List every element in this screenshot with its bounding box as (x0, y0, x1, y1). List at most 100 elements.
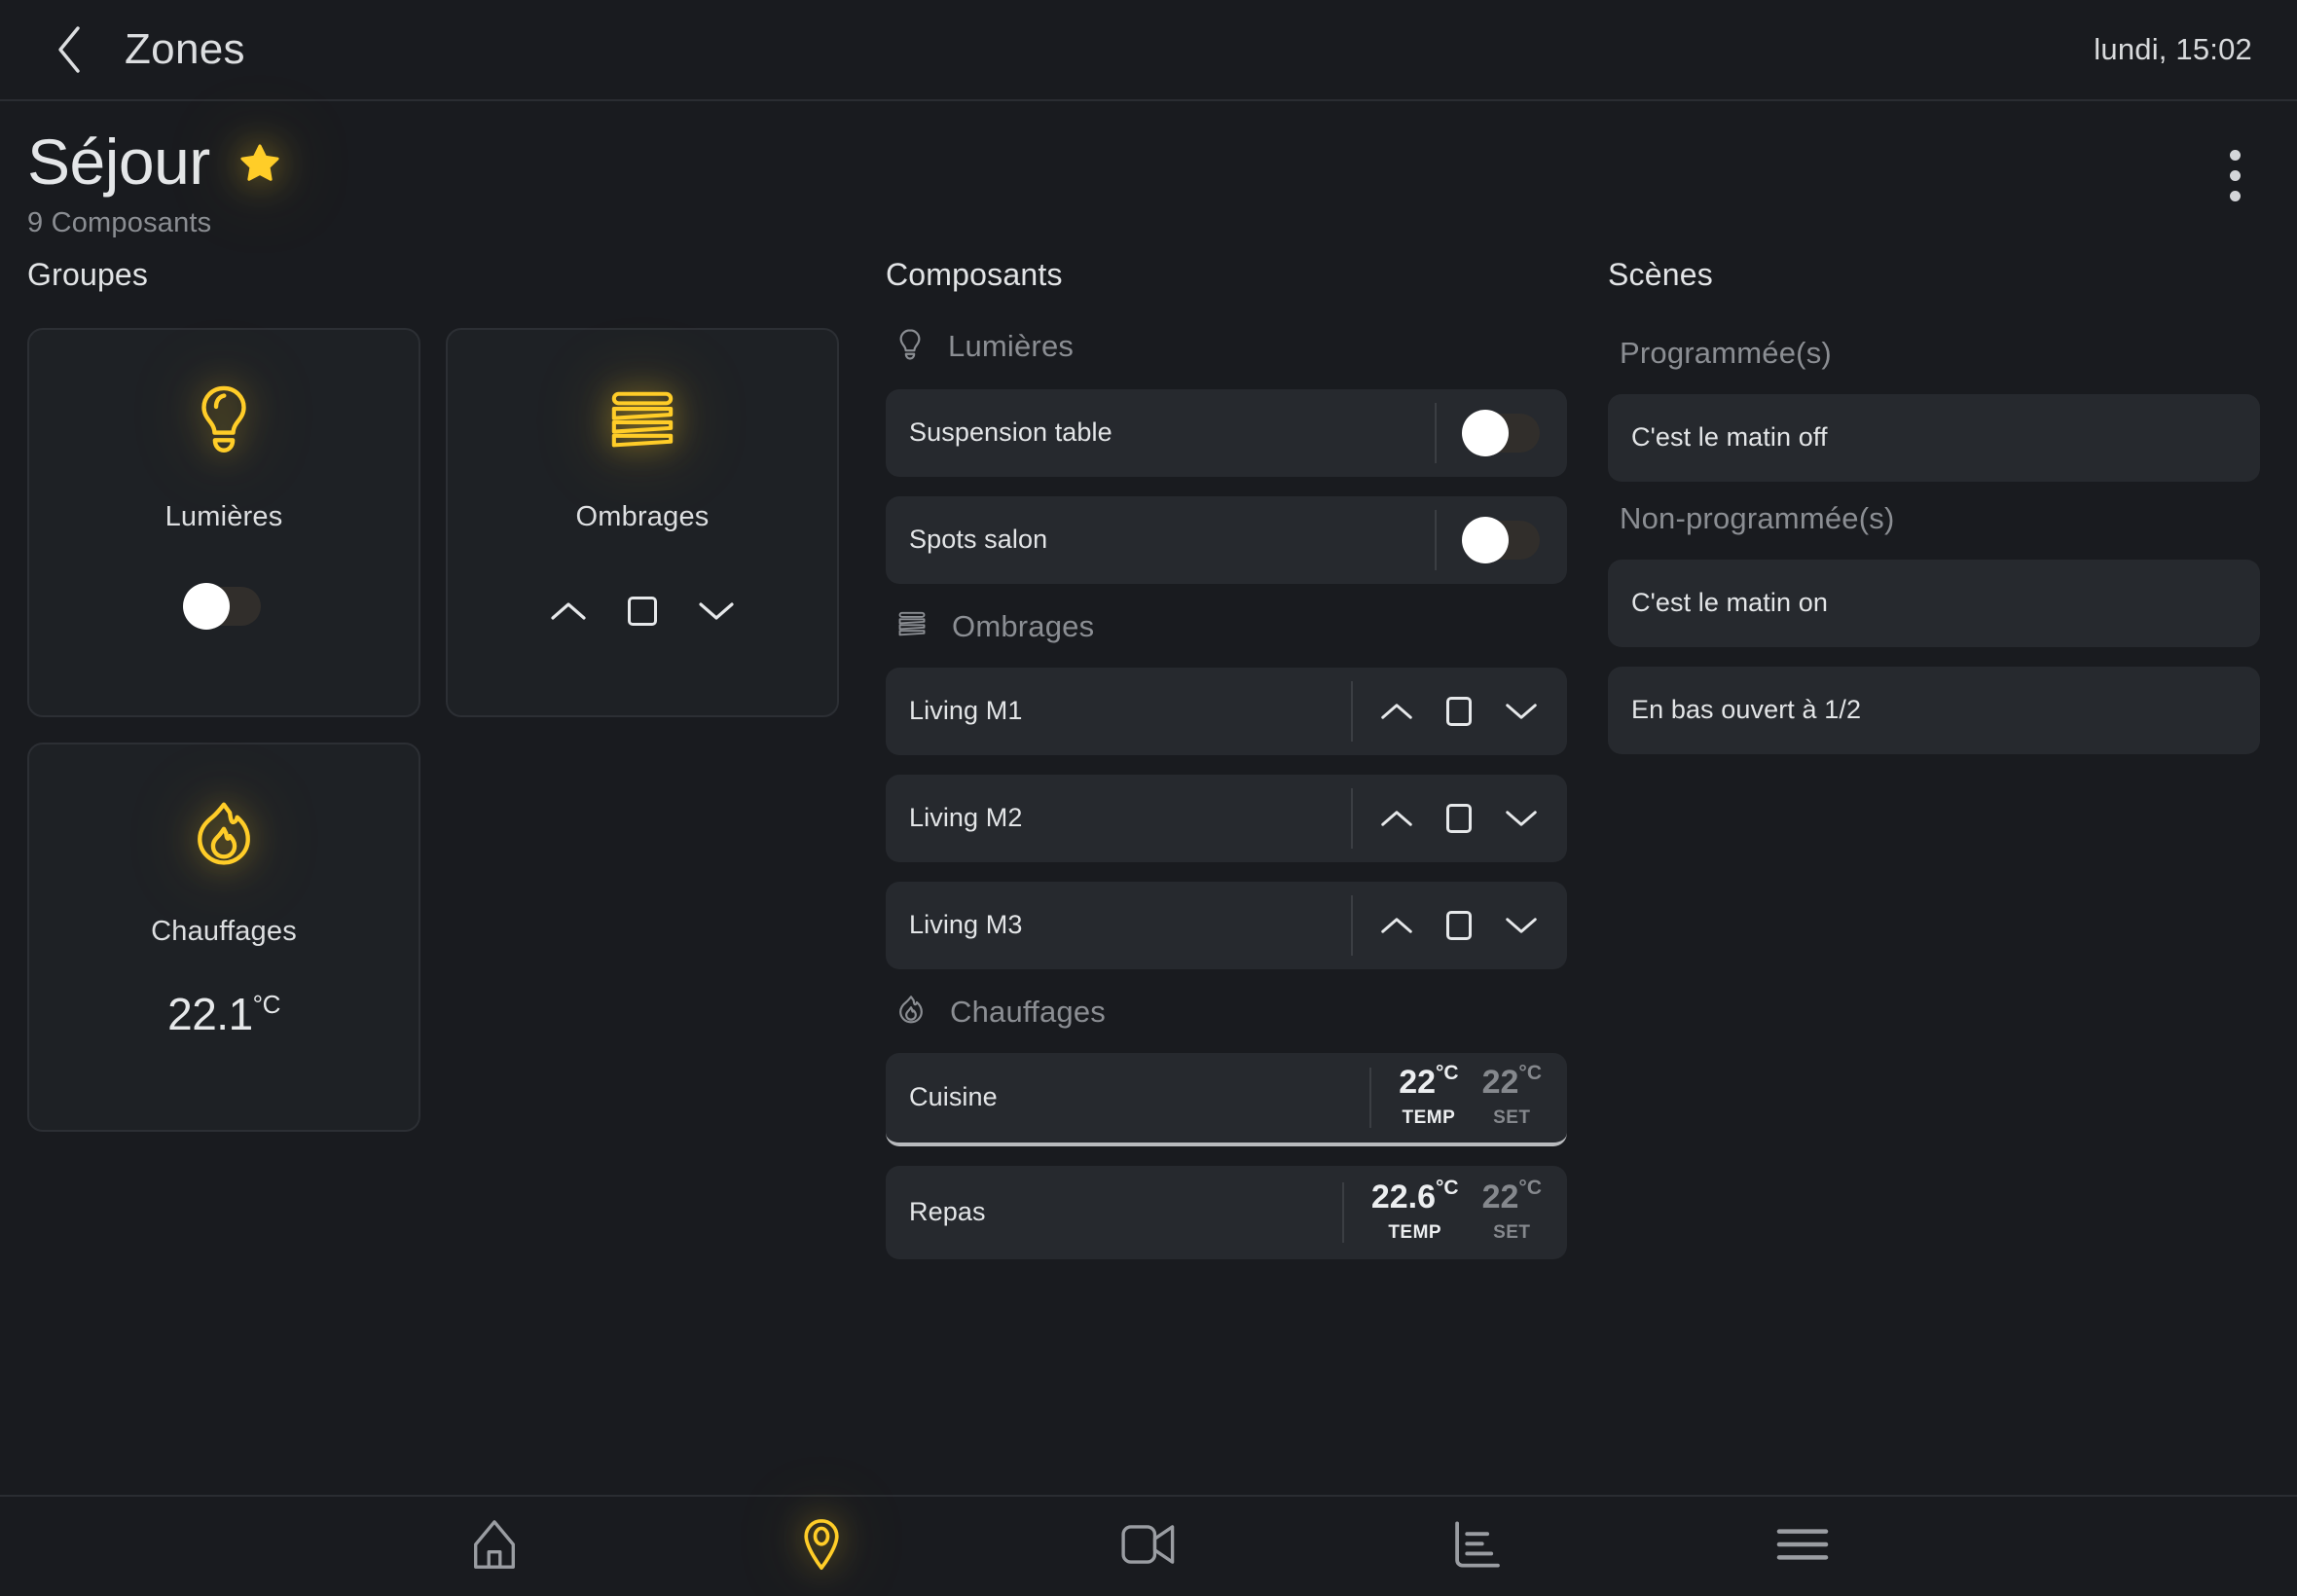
chevron-down-icon[interactable] (1505, 808, 1538, 829)
group-card-grid: Lumières (27, 328, 858, 1132)
component-name: Cuisine (909, 1082, 998, 1112)
chevron-down-icon[interactable] (1505, 701, 1538, 722)
heat-set-caption: SET (1493, 1222, 1530, 1244)
group-card-ombrages[interactable]: Ombrages (446, 328, 839, 717)
chevron-down-icon[interactable] (1505, 915, 1538, 936)
nav-item-zones[interactable] (658, 1496, 985, 1596)
scene-card-cest-le-matin-on[interactable]: C'est le matin on (1608, 560, 2260, 647)
scene-card-en-bas-ouvert[interactable]: En bas ouvert à 1/2 (1608, 667, 2260, 754)
heat-set: 22°C (1482, 1066, 1542, 1099)
flame-icon (897, 995, 925, 1030)
stop-square-icon[interactable] (1446, 697, 1472, 726)
component-row-suspension-table[interactable]: Suspension table (886, 389, 1567, 477)
component-row-cuisine[interactable]: Cuisine 22°C TEMP (886, 1053, 1567, 1146)
component-name: Suspension table (909, 417, 1112, 448)
toggle-knob (183, 583, 230, 630)
stop-square-icon[interactable] (1446, 804, 1472, 833)
chevron-left-icon (53, 23, 86, 76)
group-card-label: Lumières (165, 501, 283, 533)
chevron-up-icon[interactable] (1380, 701, 1413, 722)
clock-label: lundi, 15:02 (2094, 32, 2252, 67)
section-label: Lumières (948, 329, 1074, 364)
group-control-lumieres (187, 587, 261, 626)
scenes-title: Scènes (1598, 257, 2270, 293)
heat-temp-block: 22°C TEMP (1399, 1066, 1458, 1129)
heat-temp: 22°C (1399, 1066, 1458, 1099)
scene-name: En bas ouvert à 1/2 (1631, 695, 1861, 725)
nav-item-cameras[interactable] (985, 1496, 1312, 1596)
group-temperature-value: 22.1 (167, 988, 253, 1040)
heat-set: 22°C (1482, 1180, 1542, 1214)
blind-controls (1353, 911, 1567, 940)
nav-item-menu[interactable] (1639, 1496, 1966, 1596)
scene-group-label-programmees: Programmée(s) (1620, 336, 2260, 371)
component-row-living-m1[interactable]: Living M1 (886, 668, 1567, 755)
composants-title: Composants (876, 257, 1577, 293)
heat-temp-caption: TEMP (1388, 1222, 1441, 1244)
heat-temp-block: 22.6°C TEMP (1371, 1180, 1459, 1244)
content-columns: Groupes Lumières (0, 239, 2297, 1495)
heat-temp-unit: °C (1436, 1178, 1459, 1198)
back-button[interactable] (43, 23, 95, 76)
hamburger-menu-icon (1775, 1525, 1830, 1569)
top-bar: Zones lundi, 15:02 (0, 0, 2297, 101)
component-name: Living M1 (909, 696, 1022, 726)
blind-controls (1353, 804, 1567, 833)
stop-square-icon[interactable] (628, 597, 657, 626)
scene-name: C'est le matin on (1631, 588, 1828, 618)
heat-temp-caption: TEMP (1403, 1107, 1456, 1129)
zone-name: Séjour (27, 128, 210, 196)
chevron-up-icon[interactable] (550, 599, 587, 623)
column-scenes: Scènes Programmée(s) C'est le matin off … (1577, 257, 2297, 1495)
nav-item-stats[interactable] (1312, 1496, 1639, 1596)
group-control-chauffages: 22.1°C (167, 988, 280, 1040)
heat-temp: 22.6°C (1371, 1180, 1459, 1214)
group-card-lumieres[interactable]: Lumières (27, 328, 420, 717)
composants-scroll-area[interactable]: Lumières Suspension table Spots salon (876, 328, 1577, 1495)
light-toggle[interactable] (1466, 414, 1540, 453)
star-icon[interactable] (237, 141, 282, 191)
kebab-menu-icon[interactable] (2216, 132, 2254, 219)
section-header-chauffages: Chauffages (897, 995, 1567, 1030)
heat-temp-value: 22.6 (1371, 1180, 1436, 1214)
section-header-lumieres: Lumières (897, 328, 1567, 366)
scene-card-cest-le-matin-off[interactable]: C'est le matin off (1608, 394, 2260, 482)
component-row-living-m3[interactable]: Living M3 (886, 882, 1567, 969)
component-row-living-m2[interactable]: Living M2 (886, 775, 1567, 862)
location-pin-icon (801, 1517, 842, 1577)
light-toggle[interactable] (1466, 521, 1540, 560)
chevron-up-icon[interactable] (1380, 808, 1413, 829)
lumieres-group-toggle[interactable] (187, 587, 261, 626)
component-controls (1435, 389, 1567, 477)
heat-set-unit: °C (1518, 1063, 1542, 1083)
group-temperature-unit: °C (253, 992, 280, 1017)
group-card-chauffages[interactable]: Chauffages 22.1°C (27, 743, 420, 1132)
group-temperature: 22.1°C (167, 988, 280, 1040)
section-label: Ombrages (952, 609, 1094, 644)
component-row-spots-salon[interactable]: Spots salon (886, 496, 1567, 584)
zone-header-text: Séjour 9 Composants (27, 128, 282, 239)
group-card-label: Ombrages (576, 501, 710, 533)
section-header-ombrages: Ombrages (897, 609, 1567, 644)
heat-temp-value: 22 (1399, 1066, 1436, 1099)
stop-square-icon[interactable] (1446, 911, 1472, 940)
scenes-scroll-area[interactable]: Programmée(s) C'est le matin off Non-pro… (1598, 328, 2270, 1495)
component-row-repas[interactable]: Repas 22.6°C TEMP (886, 1166, 1567, 1259)
chevron-up-icon[interactable] (1380, 915, 1413, 936)
component-controls (1351, 882, 1567, 969)
component-count: 9 Composants (27, 207, 282, 239)
blinds-icon (897, 610, 927, 642)
zone-title-row: Séjour (27, 128, 282, 196)
heat-values: 22°C TEMP 22°C SET (1371, 1066, 1567, 1129)
group-control-ombrages (550, 597, 735, 626)
component-name: Living M3 (909, 910, 1022, 940)
heat-set-block: 22°C SET (1482, 1066, 1542, 1129)
nav-item-home[interactable] (331, 1496, 658, 1596)
blinds-icon (608, 381, 676, 464)
heat-temp-unit: °C (1436, 1063, 1459, 1083)
section-label: Chauffages (950, 995, 1106, 1030)
component-controls (1435, 496, 1567, 584)
blind-controls (1353, 697, 1567, 726)
chevron-down-icon[interactable] (698, 599, 735, 623)
page-title: Zones (125, 25, 245, 74)
